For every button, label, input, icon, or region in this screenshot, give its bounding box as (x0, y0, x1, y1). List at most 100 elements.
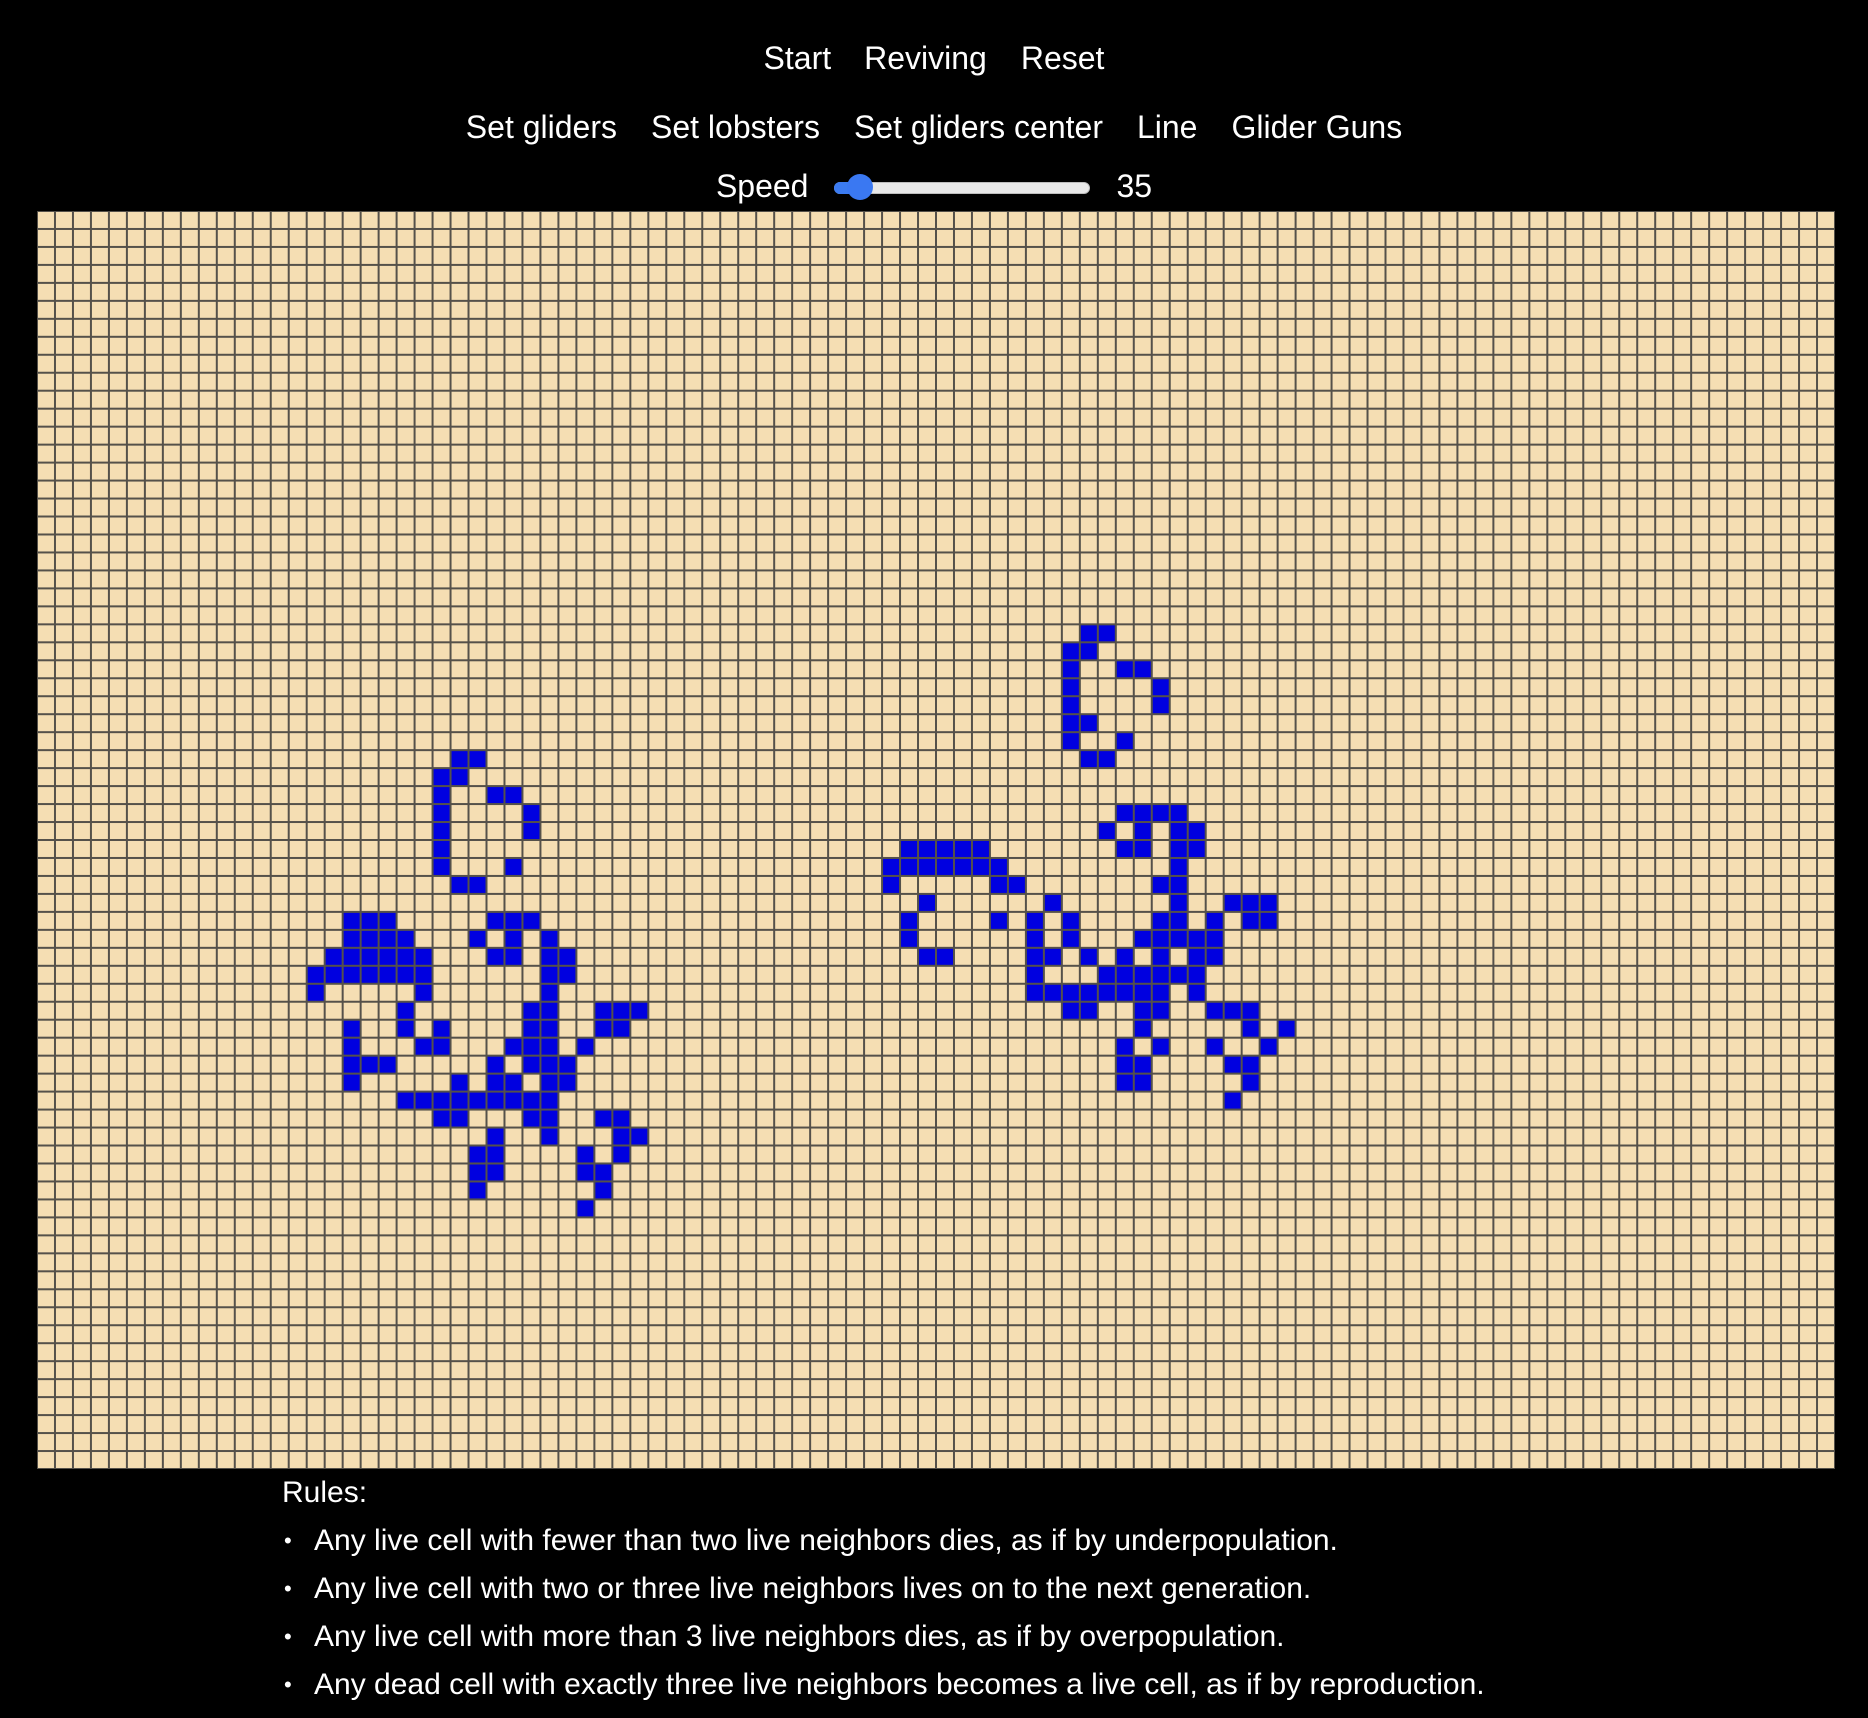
dead-cell[interactable] (271, 589, 288, 606)
dead-cell[interactable] (1782, 571, 1799, 588)
dead-cell[interactable] (649, 966, 666, 983)
dead-cell[interactable] (685, 265, 702, 282)
dead-cell[interactable] (1026, 319, 1043, 336)
dead-cell[interactable] (1494, 337, 1511, 354)
dead-cell[interactable] (1332, 930, 1349, 947)
dead-cell[interactable] (1548, 679, 1565, 696)
dead-cell[interactable] (1548, 643, 1565, 660)
dead-cell[interactable] (1602, 229, 1619, 246)
dead-cell[interactable] (73, 625, 90, 642)
dead-cell[interactable] (865, 1074, 882, 1091)
dead-cell[interactable] (1584, 589, 1601, 606)
dead-cell[interactable] (1548, 876, 1565, 893)
dead-cell[interactable] (1008, 229, 1025, 246)
dead-cell[interactable] (667, 823, 684, 839)
dead-cell[interactable] (883, 319, 900, 336)
dead-cell[interactable] (541, 805, 558, 822)
dead-cell[interactable] (1098, 1038, 1115, 1055)
dead-cell[interactable] (271, 894, 288, 911)
dead-cell[interactable] (901, 643, 918, 660)
dead-cell[interactable] (235, 373, 252, 390)
dead-cell[interactable] (1728, 553, 1745, 570)
dead-cell[interactable] (649, 679, 666, 696)
dead-cell[interactable] (1242, 715, 1259, 732)
dead-cell[interactable] (433, 553, 450, 570)
dead-cell[interactable] (127, 445, 144, 462)
dead-cell[interactable] (271, 805, 288, 822)
dead-cell[interactable] (1440, 445, 1457, 462)
dead-cell[interactable] (1314, 733, 1331, 750)
dead-cell[interactable] (1746, 301, 1763, 318)
dead-cell[interactable] (1350, 679, 1367, 696)
dead-cell[interactable] (1728, 661, 1745, 678)
dead-cell[interactable] (1206, 481, 1223, 498)
dead-cell[interactable] (163, 858, 180, 875)
dead-cell[interactable] (109, 373, 126, 390)
dead-cell[interactable] (235, 607, 252, 624)
dead-cell[interactable] (271, 823, 288, 839)
dead-cell[interactable] (541, 499, 558, 516)
dead-cell[interactable] (451, 337, 468, 354)
dead-cell[interactable] (1782, 841, 1799, 857)
dead-cell[interactable] (1332, 841, 1349, 857)
dead-cell[interactable] (451, 589, 468, 606)
dead-cell[interactable] (235, 535, 252, 552)
dead-cell[interactable] (1206, 876, 1223, 893)
dead-cell[interactable] (1008, 391, 1025, 408)
dead-cell[interactable] (1422, 301, 1439, 318)
dead-cell[interactable] (109, 301, 126, 318)
dead-cell[interactable] (181, 661, 198, 678)
dead-cell[interactable] (703, 661, 720, 678)
dead-cell[interactable] (1170, 571, 1187, 588)
dead-cell[interactable] (487, 481, 504, 498)
dead-cell[interactable] (1746, 966, 1763, 983)
dead-cell[interactable] (757, 858, 774, 875)
dead-cell[interactable] (487, 517, 504, 534)
dead-cell[interactable] (793, 301, 810, 318)
dead-cell[interactable] (1674, 229, 1691, 246)
dead-cell[interactable] (1800, 894, 1817, 911)
dead-cell[interactable] (1566, 625, 1583, 642)
dead-cell[interactable] (847, 733, 864, 750)
dead-cell[interactable] (451, 948, 468, 965)
dead-cell[interactable] (289, 948, 306, 965)
dead-cell[interactable] (505, 265, 522, 282)
dead-cell[interactable] (163, 481, 180, 498)
dead-cell[interactable] (1134, 894, 1151, 911)
dead-cell[interactable] (1728, 679, 1745, 696)
dead-cell[interactable] (1710, 427, 1727, 444)
dead-cell[interactable] (1224, 229, 1241, 246)
dead-cell[interactable] (703, 517, 720, 534)
dead-cell[interactable] (865, 715, 882, 732)
dead-cell[interactable] (667, 301, 684, 318)
dead-cell[interactable] (379, 1038, 396, 1055)
dead-cell[interactable] (343, 229, 360, 246)
dead-cell[interactable] (793, 607, 810, 624)
dead-cell[interactable] (739, 984, 756, 1001)
dead-cell[interactable] (1260, 769, 1277, 786)
dead-cell[interactable] (1008, 553, 1025, 570)
dead-cell[interactable] (1188, 319, 1205, 336)
dead-cell[interactable] (829, 984, 846, 1001)
dead-cell[interactable] (307, 499, 324, 516)
dead-cell[interactable] (1494, 319, 1511, 336)
dead-cell[interactable] (667, 984, 684, 1001)
dead-cell[interactable] (595, 930, 612, 947)
dead-cell[interactable] (901, 427, 918, 444)
dead-cell[interactable] (937, 715, 953, 732)
dead-cell[interactable] (1728, 229, 1745, 246)
dead-cell[interactable] (397, 858, 414, 875)
dead-cell[interactable] (972, 265, 989, 282)
dead-cell[interactable] (1692, 535, 1709, 552)
dead-cell[interactable] (73, 212, 90, 228)
dead-cell[interactable] (667, 697, 684, 714)
dead-cell[interactable] (379, 301, 396, 318)
dead-cell[interactable] (289, 445, 306, 462)
dead-cell[interactable] (739, 1020, 756, 1037)
dead-cell[interactable] (775, 553, 792, 570)
dead-cell[interactable] (721, 229, 738, 246)
dead-cell[interactable] (667, 805, 684, 822)
dead-cell[interactable] (1440, 1092, 1457, 1109)
dead-cell[interactable] (919, 553, 935, 570)
dead-cell[interactable] (829, 894, 846, 911)
